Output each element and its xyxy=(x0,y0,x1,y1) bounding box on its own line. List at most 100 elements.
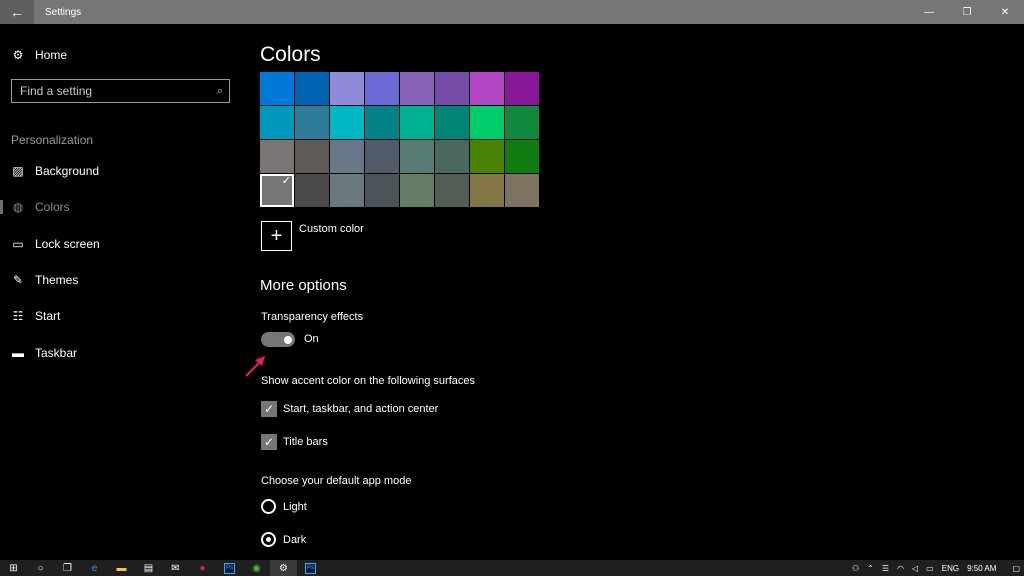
color-swatch[interactable] xyxy=(505,106,539,139)
color-swatch[interactable] xyxy=(470,140,504,173)
volume-icon[interactable]: ◁ xyxy=(912,564,918,573)
picture-icon: ▨ xyxy=(12,164,24,178)
accent-color-grid xyxy=(260,72,539,208)
photoshop-button[interactable]: Ps xyxy=(216,560,243,576)
checkbox-title-bars[interactable]: ✓ xyxy=(261,434,277,450)
transparency-toggle[interactable] xyxy=(261,332,295,347)
color-swatch[interactable] xyxy=(400,72,434,105)
color-swatch[interactable] xyxy=(400,174,434,207)
minimize-button[interactable]: — xyxy=(910,0,948,24)
sidebar-item-label: Start xyxy=(35,309,61,323)
palette-icon: ◍ xyxy=(12,200,24,214)
search-input[interactable] xyxy=(20,84,217,98)
color-swatch[interactable] xyxy=(400,106,434,139)
sidebar-item-label: Background xyxy=(35,164,100,178)
checkbox-start-label: Start, taskbar, and action center xyxy=(283,403,439,415)
chrome-button[interactable]: ◉ xyxy=(243,560,270,576)
active-indicator xyxy=(0,200,3,214)
start-icon: ☷ xyxy=(12,309,24,323)
color-swatch[interactable] xyxy=(470,174,504,207)
color-swatch[interactable] xyxy=(365,174,399,207)
edge-button[interactable]: e xyxy=(81,560,108,576)
sidebar-item-background[interactable]: ▨ Background xyxy=(11,164,99,178)
radio-light[interactable] xyxy=(261,499,276,514)
home-link[interactable]: ⚙ Home xyxy=(11,48,67,62)
color-swatch[interactable] xyxy=(435,72,469,105)
store-button[interactable]: ▤ xyxy=(135,560,162,576)
color-swatch[interactable] xyxy=(330,106,364,139)
search-icon[interactable]: ⌕ xyxy=(217,85,223,98)
search-box[interactable]: ⌕ xyxy=(11,79,230,103)
task-view-icon: ❐ xyxy=(63,562,72,574)
title-bar: ← Settings — ❐ ✕ xyxy=(0,0,1024,24)
color-swatch[interactable] xyxy=(470,106,504,139)
color-swatch[interactable] xyxy=(330,140,364,173)
file-explorer-button[interactable]: ▬ xyxy=(108,560,135,576)
color-swatch[interactable] xyxy=(435,174,469,207)
color-swatch[interactable] xyxy=(435,140,469,173)
back-button[interactable]: ← xyxy=(0,0,34,24)
color-swatch[interactable] xyxy=(260,106,294,139)
network-icon[interactable]: ☰ xyxy=(882,564,889,573)
color-swatch[interactable] xyxy=(260,72,294,105)
color-swatch[interactable] xyxy=(365,72,399,105)
color-swatch[interactable] xyxy=(365,106,399,139)
window-controls: — ❐ ✕ xyxy=(910,0,1024,24)
window-title: Settings xyxy=(45,6,82,18)
close-button[interactable]: ✕ xyxy=(986,0,1024,24)
color-swatch[interactable] xyxy=(470,72,504,105)
people-icon[interactable]: ⚇ xyxy=(852,564,859,573)
clock[interactable]: 9:50 AM xyxy=(967,564,996,573)
app-button[interactable]: ● xyxy=(189,560,216,576)
color-swatch[interactable] xyxy=(505,140,539,173)
task-view-button[interactable]: ❐ xyxy=(54,560,81,576)
color-swatch[interactable] xyxy=(295,174,329,207)
windows-logo-icon: ⊞ xyxy=(9,562,18,574)
color-swatch[interactable] xyxy=(435,106,469,139)
radio-dark[interactable] xyxy=(261,532,276,547)
chevron-up-icon[interactable]: ⌃ xyxy=(867,564,874,573)
sidebar-item-taskbar[interactable]: ▬ Taskbar xyxy=(11,346,77,360)
sidebar-item-start[interactable]: ☷ Start xyxy=(11,309,61,323)
lock-screen-icon: ▭ xyxy=(12,237,24,251)
maximize-icon: ❐ xyxy=(962,6,972,18)
back-arrow-icon: ← xyxy=(10,4,24,20)
taskbar-icon: ▬ xyxy=(12,346,24,360)
color-swatch[interactable] xyxy=(505,174,539,207)
chrome-icon: ◉ xyxy=(252,562,261,574)
sidebar-item-colors[interactable]: ◍ Colors xyxy=(11,200,70,214)
sidebar-item-label: Colors xyxy=(35,200,70,214)
checkbox-start-taskbar[interactable]: ✓ xyxy=(261,401,277,417)
color-swatch[interactable] xyxy=(365,140,399,173)
color-swatch[interactable] xyxy=(400,140,434,173)
toggle-state-label: On xyxy=(304,333,319,345)
minimize-icon: — xyxy=(924,6,934,18)
sidebar-item-themes[interactable]: ✎ Themes xyxy=(11,273,78,287)
mail-button[interactable]: ✉ xyxy=(162,560,189,576)
color-swatch[interactable] xyxy=(505,72,539,105)
maximize-button[interactable]: ❐ xyxy=(948,0,986,24)
folder-icon: ▬ xyxy=(116,562,127,574)
notifications-icon[interactable]: ▢ xyxy=(1012,564,1020,573)
color-swatch[interactable] xyxy=(330,72,364,105)
color-swatch[interactable] xyxy=(330,174,364,207)
more-options-heading: More options xyxy=(260,277,347,294)
color-swatch[interactable] xyxy=(295,140,329,173)
color-swatch[interactable] xyxy=(260,174,294,207)
sidebar-item-lock-screen[interactable]: ▭ Lock screen xyxy=(11,237,99,251)
photoshop-button-2[interactable]: Ps xyxy=(297,560,324,576)
color-swatch[interactable] xyxy=(260,140,294,173)
language-indicator[interactable]: ENG xyxy=(942,564,959,573)
custom-color-button[interactable]: + Custom color xyxy=(261,221,364,251)
start-button[interactable]: ⊞ xyxy=(0,560,27,576)
keyboard-icon[interactable]: ▭ xyxy=(926,564,934,573)
sidebar: ⚙ Home ⌕ Personalization ▨ Background ◍ … xyxy=(0,24,245,560)
wifi-icon[interactable]: ◠ xyxy=(897,564,904,573)
gear-icon: ⚙ xyxy=(279,562,288,574)
color-swatch[interactable] xyxy=(295,106,329,139)
cortana-button[interactable]: ○ xyxy=(27,560,54,576)
color-swatch[interactable] xyxy=(295,72,329,105)
checkmark-icon: ✓ xyxy=(263,435,275,449)
settings-taskbar-button[interactable]: ⚙ xyxy=(270,560,297,576)
sidebar-item-label: Taskbar xyxy=(35,346,78,360)
